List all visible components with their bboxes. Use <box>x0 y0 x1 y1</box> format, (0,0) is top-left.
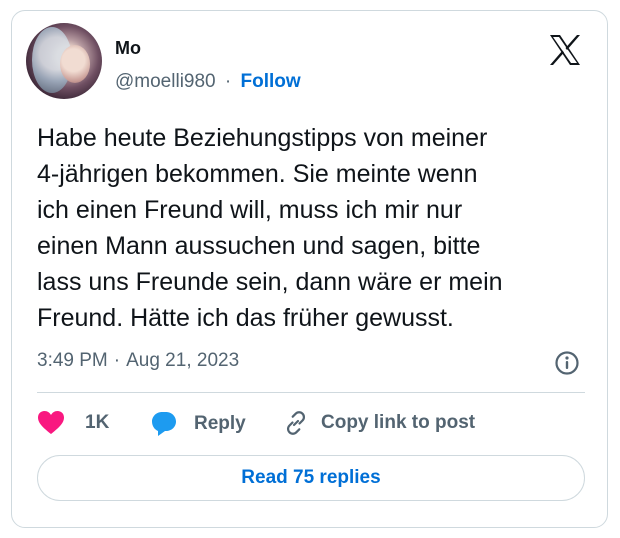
tweet-line: Habe heute Beziehungstipps von meiner <box>37 124 488 152</box>
x-logo-icon[interactable] <box>548 34 582 66</box>
tweet-timestamp[interactable]: 3:49 PM · Aug 21, 2023 <box>37 350 239 372</box>
author-handle-row: @moelli980 · Follow <box>115 71 301 93</box>
tweet-text: Habe heute Beziehungstipps von meiner 4-… <box>37 120 597 336</box>
reply-bubble-icon <box>152 412 176 436</box>
read-replies-label: Read 75 replies <box>241 467 381 488</box>
tweet-time: 3:49 PM <box>37 350 108 371</box>
avatar[interactable] <box>26 23 102 99</box>
copy-link-label: Copy link to post <box>321 412 476 433</box>
copy-link-button[interactable]: Copy link to post <box>283 410 475 436</box>
tweet-line: 4-jährigen bekommen. Sie meinte wenn <box>37 160 478 188</box>
avatar-face <box>60 45 90 83</box>
like-count: 1K <box>85 412 110 433</box>
read-replies-button[interactable]: Read 75 replies <box>37 455 585 501</box>
handle-separator: · <box>224 71 232 92</box>
tweet-date: Aug 21, 2023 <box>126 350 240 371</box>
like-button[interactable]: 1K <box>37 410 109 436</box>
timestamp-separator: · <box>113 350 121 371</box>
reply-label: Reply <box>194 413 246 434</box>
reply-button[interactable]: Reply <box>150 410 246 438</box>
tweet-line: Freund. Hätte ich das früher gewusst. <box>37 304 454 332</box>
tweet-line: ich einen Freund will, muss ich mir nur <box>37 196 463 224</box>
author-name[interactable]: Mo <box>115 38 141 59</box>
divider <box>37 392 585 393</box>
tweet-line: einen Mann aussuchen und sagen, bitte <box>37 232 481 260</box>
author-handle[interactable]: @moelli980 <box>115 71 216 92</box>
info-icon[interactable] <box>554 350 580 376</box>
heart-icon <box>38 411 64 434</box>
tweet-line: lass uns Freunde sein, dann wäre er mein <box>37 268 503 296</box>
follow-button[interactable]: Follow <box>241 71 301 92</box>
link-icon <box>286 411 306 435</box>
